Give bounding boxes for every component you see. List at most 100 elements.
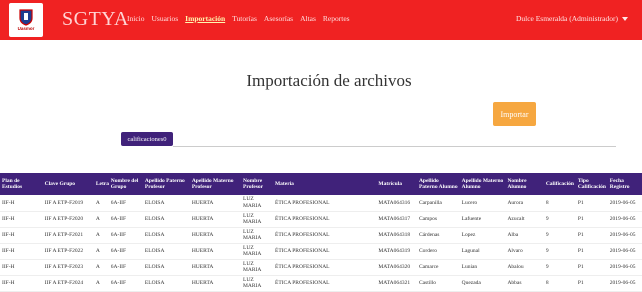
col-materia: Materia — [274, 180, 294, 187]
nav-item-asesorias[interactable]: Asesorías — [264, 14, 293, 23]
table-row: IIF-H IIF A ETP-F2021 A 6A-IIF ELOISA HUERTA L… — [0, 227, 642, 244]
caret-down-icon — [622, 16, 628, 21]
cell-fecha: 2019-06-05 — [607, 259, 642, 276]
nav-item-usuarios[interactable]: Usuarios — [152, 14, 179, 23]
nav-item-inicio[interactable]: Inicio — [127, 14, 145, 23]
cell-nom-alumno: Alvaro — [505, 243, 544, 260]
cell-am-prof: HUERTA — [189, 195, 241, 212]
cell-nom-prof: LUZ MARIA — [241, 211, 273, 228]
cell-letra: A — [93, 243, 109, 260]
table-row: IIF-H IIF A ETP-F2022 A 6A-IIF ELOISA HUERTA L… — [0, 243, 642, 260]
table-row: IIF-H IIF A ETP-F2019 A 6A-IIF ELOISA HUERTA L… — [0, 195, 642, 212]
cell-nom-alumno: Abbas — [505, 275, 544, 292]
cell-clave: IIF A ETP-F2022 — [42, 243, 94, 260]
cell-matricula: MATA064317 — [376, 211, 417, 228]
cell-ap-alumno: Castillo — [416, 275, 460, 292]
nav-item-altas[interactable]: Altas — [300, 14, 316, 23]
cell-nom-prof: LUZ MARIA — [241, 243, 273, 260]
file-chip[interactable]: calificaciones0 — [121, 132, 173, 146]
cell-fecha: 2019-06-05 — [607, 211, 642, 228]
cell-am-alumno: Lucero — [459, 195, 506, 212]
nav-item-importacion[interactable]: Importación — [185, 14, 225, 23]
cell-letra: A — [93, 195, 109, 212]
cell-ap-alumno: Campos — [416, 211, 460, 228]
cell-ap-prof: ELOISA — [142, 227, 190, 244]
col-nombre-alumno: Nombre Alumno — [507, 177, 527, 190]
cell-tipo: P1 — [575, 227, 608, 244]
table-row: IIF-H IIF A ETP-F2023 A 6A-IIF ELOISA HUERTA L… — [0, 259, 642, 276]
cell-grupo: 6A-IIF — [108, 227, 143, 244]
cell-plan: IIF-H — [0, 227, 43, 244]
cell-materia: ÉTICA PROFESIONAL — [272, 195, 377, 212]
cell-calificacion: 9 — [543, 259, 576, 276]
cell-letra: A — [93, 275, 109, 292]
cell-ap-alumno: Carpanilla — [416, 195, 460, 212]
import-button[interactable]: Importar — [493, 102, 536, 126]
app-title[interactable]: SGTYA — [62, 8, 129, 31]
cell-clave: IIF A ETP-F2019 — [42, 195, 94, 212]
cell-clave: IIF A ETP-F2024 — [42, 275, 94, 292]
cell-nom-alumno: Abalou — [505, 259, 544, 276]
cell-grupo: 6A-IIF — [108, 243, 143, 260]
cell-am-alumno: Lunian — [459, 259, 506, 276]
cell-calificacion: 9 — [543, 211, 576, 228]
cell-am-alumno: Quezada — [459, 275, 506, 292]
cell-tipo: P1 — [575, 259, 608, 276]
cell-fecha: 2019-06-05 — [607, 275, 642, 292]
cell-tipo: P1 — [575, 275, 608, 292]
cell-materia: ÉTICA PROFESIONAL — [272, 259, 377, 276]
cell-am-prof: HUERTA — [189, 259, 241, 276]
cell-clave: IIF A ETP-F2021 — [42, 227, 94, 244]
cell-ap-alumno: Cárdenas — [416, 227, 460, 244]
cell-ap-alumno: Camarce — [416, 259, 460, 276]
cell-plan: IIF-H — [0, 243, 43, 260]
cell-calificacion: 8 — [543, 275, 576, 292]
col-apellido-paterno-profesor: Apellido Paterno Profesor — [144, 177, 185, 190]
cell-grupo: 6A-IIF — [108, 211, 143, 228]
cell-nom-alumno: Alba — [505, 227, 544, 244]
cell-nom-prof: LUZ MARIA — [241, 259, 273, 276]
col-nombre-profesor: Nombre Profesor — [243, 177, 264, 190]
nav-item-tutorias[interactable]: Tutorías — [232, 14, 257, 23]
col-clave-grupo: Clave Grupo — [44, 180, 76, 187]
cell-fecha: 2019-06-05 — [607, 243, 642, 260]
cell-fecha: 2019-06-05 — [607, 227, 642, 244]
cell-nom-prof: LUZ MARIA — [241, 195, 273, 212]
table-row: IIF-H IIF A ETP-F2020 A 6A-IIF ELOISA HUERTA L… — [0, 211, 642, 228]
cell-calificacion: 8 — [543, 195, 576, 212]
file-input-line — [173, 146, 616, 147]
cell-matricula: MATA064321 — [376, 275, 417, 292]
cell-matricula: MATA064318 — [376, 227, 417, 244]
user-menu[interactable]: Dulce Esmeralda (Administrador) — [516, 14, 628, 23]
cell-clave: IIF A ETP-F2023 — [42, 259, 94, 276]
university-logo[interactable]: Uasmor — [9, 3, 43, 37]
cell-materia: ÉTICA PROFESIONAL — [272, 211, 377, 228]
cell-matricula: MATA064320 — [376, 259, 417, 276]
cell-calificacion: 9 — [543, 227, 576, 244]
cell-am-prof: HUERTA — [189, 243, 241, 260]
cell-materia: ÉTICA PROFESIONAL — [272, 243, 377, 260]
cell-letra: A — [93, 211, 109, 228]
cell-tipo: P1 — [575, 211, 608, 228]
cell-am-prof: HUERTA — [189, 275, 241, 292]
import-table: Plan de Estudios Clave Grupo Letra Nombr… — [0, 173, 642, 292]
page-title: Importación de archivos — [246, 71, 412, 90]
cell-materia: ÉTICA PROFESIONAL — [272, 227, 377, 244]
cell-nom-prof: LUZ MARIA — [241, 227, 273, 244]
cell-letra: A — [93, 227, 109, 244]
cell-grupo: 6A-IIF — [108, 195, 143, 212]
cell-am-alumno: Lafuente — [459, 211, 506, 228]
cell-grupo: 6A-IIF — [108, 259, 143, 276]
cell-matricula: MATA064319 — [376, 243, 417, 260]
cell-ap-alumno: Cordero — [416, 243, 460, 260]
cell-plan: IIF-H — [0, 275, 43, 292]
cell-nom-prof: LUZ MARIA — [241, 275, 273, 292]
nav-item-reportes[interactable]: Reportes — [323, 14, 350, 23]
cell-plan: IIF-H — [0, 211, 43, 228]
cell-calificacion: 9 — [543, 243, 576, 260]
cell-am-prof: HUERTA — [189, 227, 241, 244]
user-name: Dulce Esmeralda (Administrador) — [515, 14, 618, 23]
cell-nom-alumno: Aurora — [505, 195, 544, 212]
col-plan-estudios: Plan de Estudios — [2, 177, 23, 190]
top-navbar: Uasmor SGTYA Inicio Usuarios Importación… — [0, 0, 642, 40]
